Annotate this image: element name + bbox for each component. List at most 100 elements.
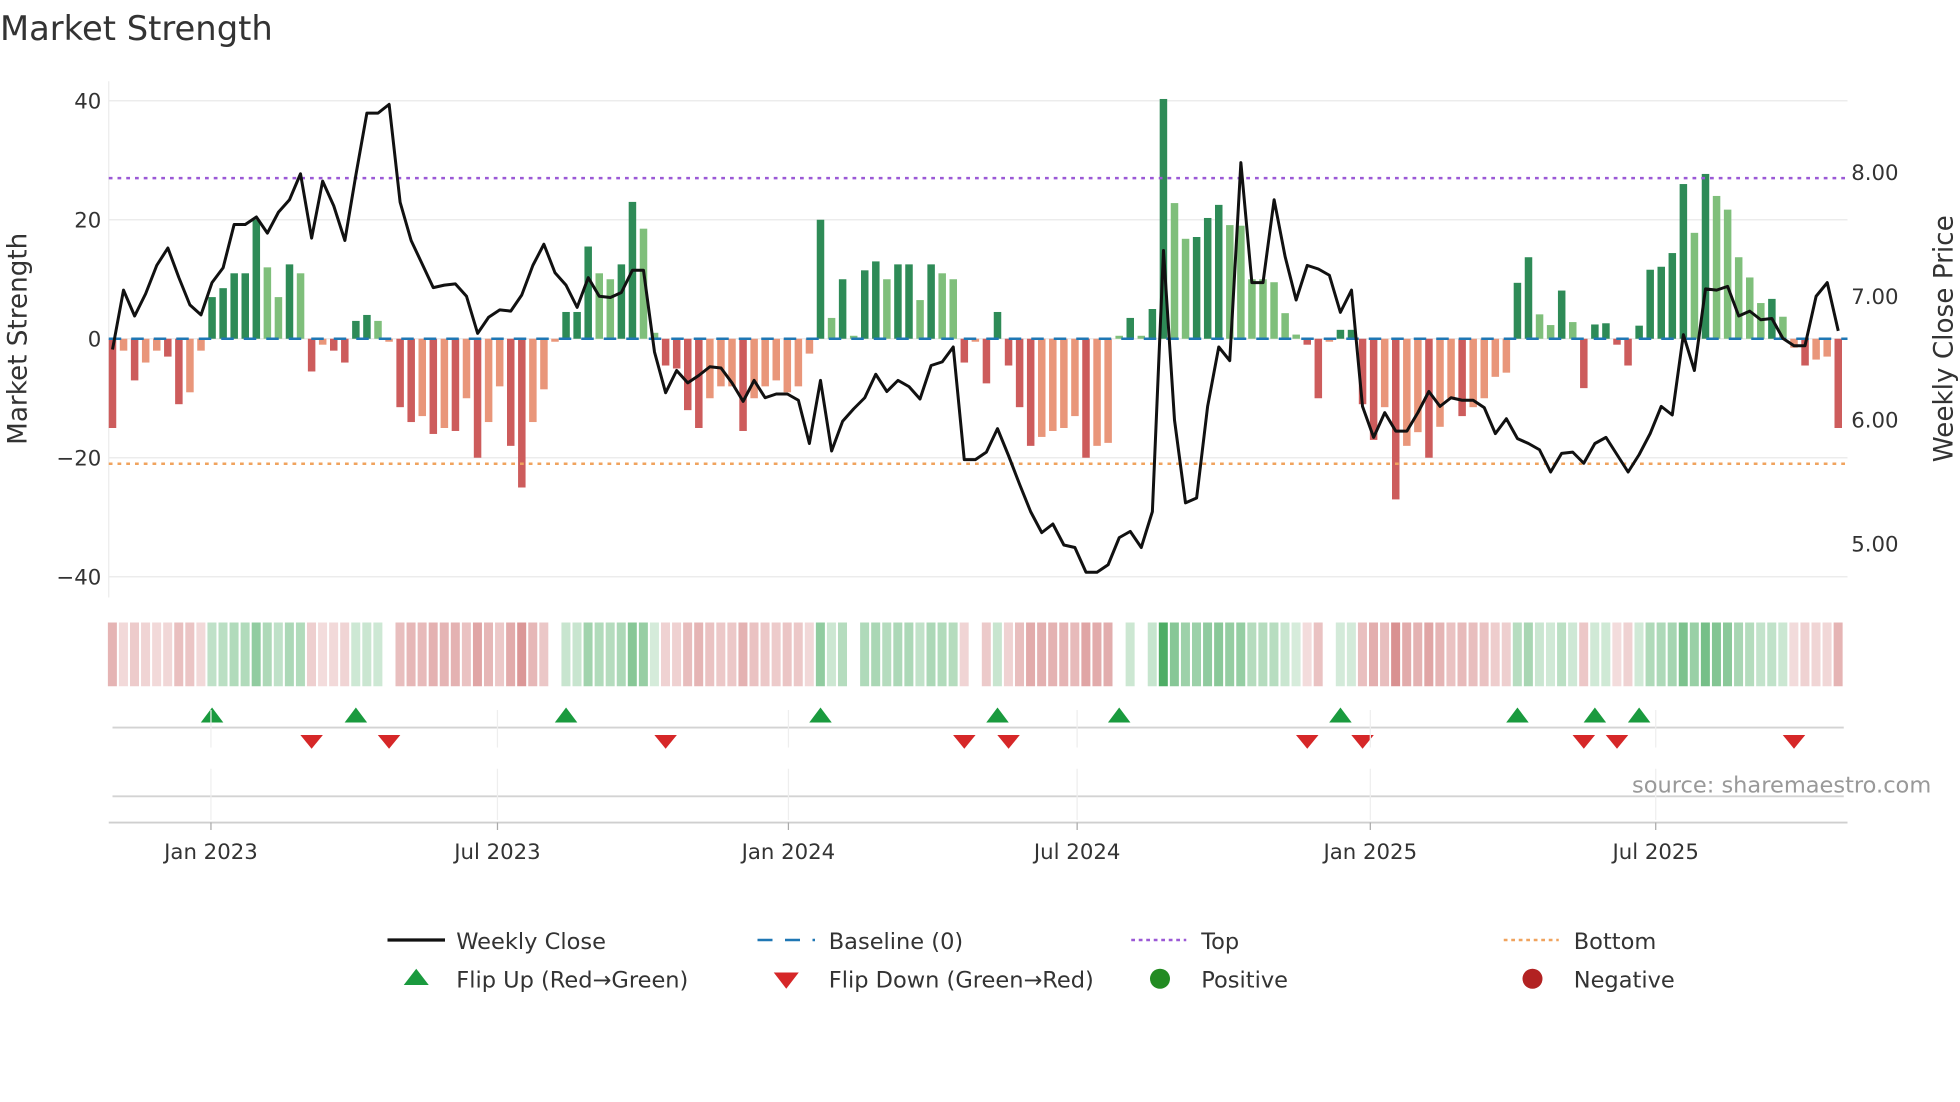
strength-bar — [1458, 338, 1466, 417]
heatmap-cell — [517, 622, 527, 687]
legend-label: Flip Down (Green→Red) — [829, 968, 1094, 994]
heatmap-cell — [1236, 622, 1246, 687]
strength-bar — [1513, 282, 1522, 339]
heatmap-cell — [1114, 622, 1124, 687]
heatmap-cell — [1092, 622, 1102, 687]
heatmap-cell — [1346, 622, 1356, 687]
strength-bar — [330, 338, 338, 351]
heatmap-cell — [1468, 622, 1478, 687]
strength-bar — [949, 279, 957, 339]
strength-bar — [1082, 338, 1090, 458]
y-tick-label: 0 — [88, 327, 102, 352]
y2-axis-title: Weekly Close Price — [1930, 215, 1960, 462]
heatmap-cell — [1623, 622, 1633, 687]
heatmap-cell — [428, 622, 438, 687]
heatmap-cell — [1689, 622, 1699, 687]
strength-bar — [175, 338, 183, 405]
heatmap-cell — [1369, 622, 1378, 687]
strength-bar — [761, 338, 769, 387]
heatmap-cell — [550, 622, 560, 687]
heatmap-cell — [218, 622, 228, 687]
x-tick-label: Jul 2025 — [1610, 840, 1698, 865]
strength-bar — [993, 311, 1002, 339]
heatmap-cell — [926, 622, 936, 687]
strength-bar — [219, 288, 227, 339]
heatmap-cell — [1059, 622, 1069, 687]
y2-tick-label: 5.00 — [1851, 532, 1898, 557]
heatmap-cell — [1678, 622, 1688, 687]
heatmap-cell — [1523, 622, 1533, 687]
heatmap-cell — [251, 622, 261, 687]
legend-label: Top — [1200, 929, 1239, 955]
heatmap-cell — [1789, 622, 1799, 687]
strength-bar — [1170, 203, 1179, 339]
strength-bar — [374, 320, 382, 339]
heatmap-cell — [340, 622, 350, 687]
heatmap-cell — [992, 622, 1002, 687]
heatmap-cell — [395, 622, 405, 687]
strength-bar — [296, 273, 305, 339]
heatmap-cell — [152, 622, 162, 687]
heatmap-cell — [1479, 622, 1489, 687]
heatmap-cell — [1391, 622, 1401, 687]
flip-up-marker — [1627, 707, 1651, 723]
strength-bar — [119, 338, 128, 351]
heatmap-cell — [1147, 622, 1157, 687]
x-tick-label: Jan 2023 — [162, 840, 258, 865]
strength-bar — [1546, 325, 1555, 339]
heatmap-cell — [1568, 622, 1578, 687]
heatmap-cell — [1302, 622, 1312, 687]
flip-up-marker — [1107, 707, 1131, 723]
heatmap-cell — [638, 622, 648, 687]
heatmap-cell — [1003, 622, 1013, 687]
heatmap-cell — [1446, 622, 1456, 687]
strength-bar — [1746, 277, 1754, 339]
strength-bar — [529, 338, 537, 423]
strength-bar — [352, 320, 360, 339]
heatmap-cell — [229, 622, 239, 687]
heatmap-cell — [1335, 622, 1345, 687]
strength-bar — [1812, 338, 1820, 360]
heatmap-cell — [561, 622, 571, 687]
strength-bar — [1015, 338, 1024, 408]
y2-tick-label: 6.00 — [1851, 409, 1898, 434]
strength-bar — [1093, 338, 1101, 446]
y2-tick-label: 8.00 — [1851, 161, 1898, 186]
heatmap-cell — [1413, 622, 1423, 687]
heatmap-cell — [1656, 622, 1666, 687]
heatmap-cell — [1125, 622, 1135, 687]
heatmap-cell — [1247, 622, 1257, 687]
heatmap-cell — [1534, 622, 1544, 687]
strength-bar — [1259, 279, 1267, 339]
strength-bar — [462, 338, 471, 399]
heatmap-cell — [627, 622, 637, 687]
heatmap-cell — [1557, 622, 1567, 687]
heatmap-cell — [749, 622, 759, 687]
strength-bar — [1192, 237, 1201, 339]
heatmap-cell — [616, 622, 626, 687]
strength-bar — [252, 219, 261, 339]
strength-bar — [1292, 334, 1300, 339]
heatmap-cell — [1778, 622, 1788, 687]
strength-bar — [1734, 257, 1743, 339]
strength-bar — [872, 261, 880, 339]
strength-bar — [1038, 338, 1046, 437]
heatmap-cell — [594, 622, 604, 687]
heatmap-cell — [1380, 622, 1390, 687]
strength-bar — [783, 338, 792, 393]
heatmap-cell — [185, 622, 195, 687]
strength-bar — [1447, 338, 1455, 399]
heatmap-cell — [893, 622, 903, 687]
heatmap-cell — [959, 622, 969, 687]
heatmap-cell — [1667, 622, 1677, 687]
strength-bar — [1535, 314, 1544, 339]
strength-bar — [1049, 338, 1057, 431]
flip-down-marker — [1572, 735, 1596, 749]
strength-bar — [672, 338, 681, 369]
heatmap-cell — [1711, 622, 1721, 687]
strength-bar — [164, 338, 172, 357]
strength-bar — [794, 338, 803, 387]
strength-bar — [1004, 338, 1013, 366]
legend-label: Positive — [1201, 968, 1288, 994]
heatmap-cell — [163, 622, 173, 687]
